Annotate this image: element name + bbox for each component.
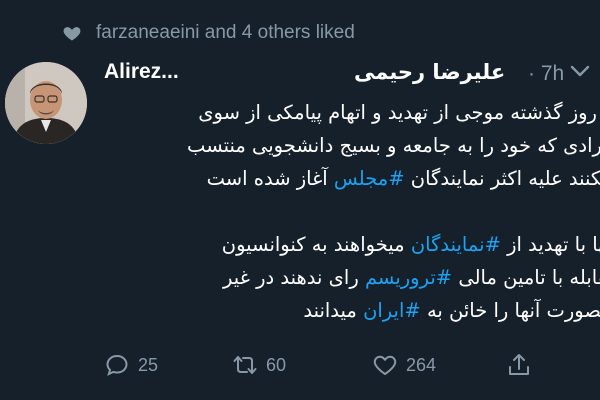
avatar[interactable] [5, 62, 87, 144]
avatar-photo [5, 62, 87, 144]
share-icon [509, 354, 529, 375]
retweet-count: 60 [266, 354, 287, 375]
retweet-icon [233, 356, 257, 374]
reply-icon [106, 354, 128, 376]
heart-icon [63, 27, 81, 41]
tweet-line: مقابله با تامین مالی #تروریسم رای ندهند … [104, 261, 600, 294]
tweet-text-segment: آغاز شده است [206, 167, 334, 190]
tweet-line: آنها با تهدید از #نمایندگان میخواهند به … [104, 228, 600, 261]
tweet-text-segment: افرادی که خود را به جامعه و بسیج دانشجوی… [187, 134, 600, 157]
like-heart-icon [373, 355, 397, 375]
hashtag-link[interactable]: #نمایندگان [411, 233, 501, 256]
like-button[interactable]: 264 [372, 352, 436, 378]
tweet-text-segment: آنها با تهدید از [507, 233, 600, 256]
tweet-text-segment: رای ندهند در غیر [223, 266, 365, 289]
tweet-line: اینصورت آنها را خائن به #ایران میدانند [104, 294, 600, 327]
tweet-header: Alirez... علیرضا رحیمی · 7h [104, 58, 600, 94]
chevron-down-icon[interactable] [570, 64, 590, 78]
social-context[interactable]: farzaneaeini and 4 others liked [62, 22, 355, 44]
tweet-text-segment: از روز گذشته موجی از تهدید و اتهام پیامک… [198, 101, 600, 124]
share-button[interactable] [506, 352, 532, 378]
like-count: 264 [406, 354, 437, 375]
display-name[interactable]: Alirez... [104, 60, 179, 84]
tweet-text-segment: میدانند [303, 299, 364, 322]
timestamp[interactable]: · 7h [528, 62, 564, 86]
tweet-text-segment: میکنند علیه اکثر نمایندگان [404, 167, 600, 190]
tweet-text-segment: اینصورت آنها را خائن به [420, 299, 600, 322]
reply-count: 25 [138, 354, 159, 375]
tweet-text-segment: میخواهند به کنوانسیون [221, 233, 411, 256]
tweet-line: میکنند علیه اکثر نمایندگان #مجلس آغاز شد… [104, 162, 600, 195]
tweet-line: از روز گذشته موجی از تهدید و اتهام پیامک… [104, 96, 600, 129]
action-bar: 25 60 264 [104, 352, 600, 382]
hashtag-link[interactable]: #مجلس [334, 167, 405, 190]
social-context-text: farzaneaeini and 4 others liked [96, 22, 355, 43]
tweet-text: از روز گذشته موجی از تهدید و اتهام پیامک… [104, 96, 600, 327]
retweet-button[interactable]: 60 [232, 352, 286, 378]
reply-button[interactable]: 25 [104, 352, 158, 378]
tweet-line: افرادی که خود را به جامعه و بسیج دانشجوی… [104, 129, 600, 162]
hashtag-link[interactable]: #تروریسم [365, 266, 452, 289]
hashtag-link[interactable]: #ایران [363, 299, 421, 322]
tweet-text-segment: مقابله با تامین مالی [458, 266, 600, 289]
persian-name[interactable]: علیرضا رحیمی [354, 60, 505, 84]
